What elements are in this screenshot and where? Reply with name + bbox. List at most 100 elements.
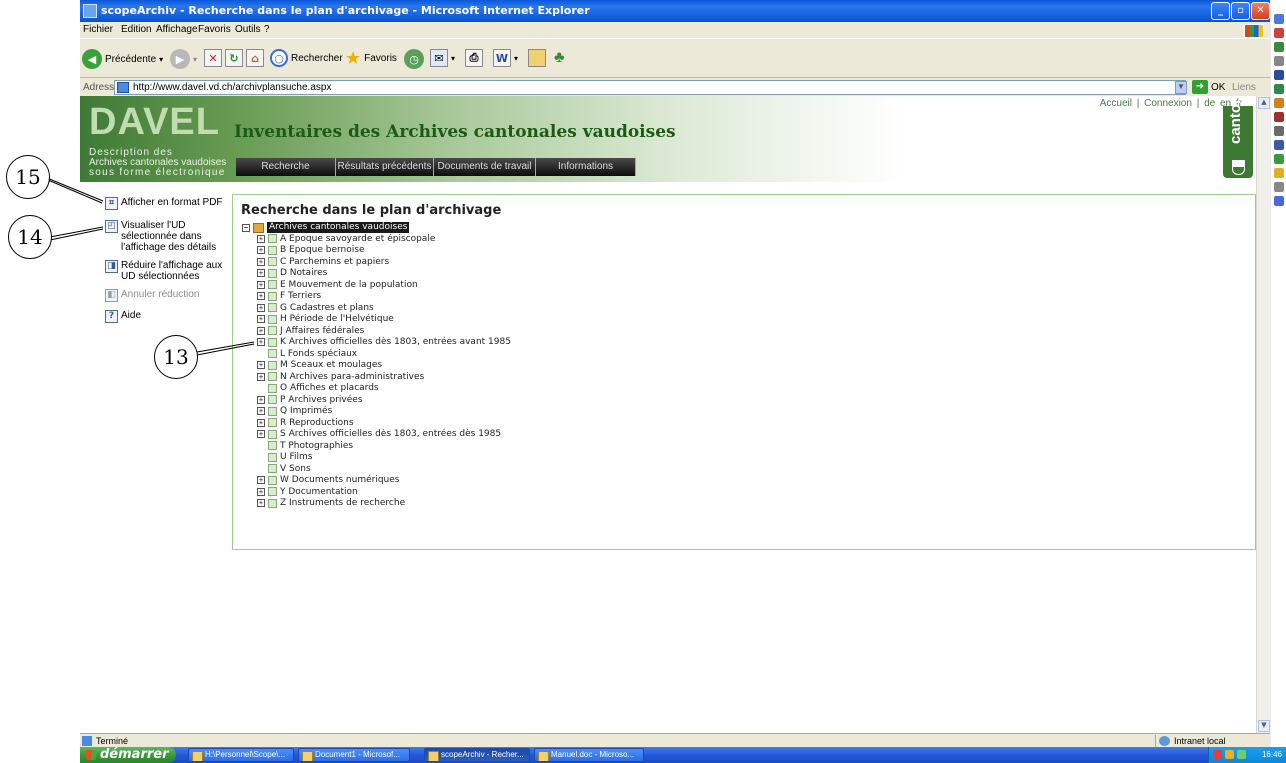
tree-item-label[interactable]: S Archives officielles dès 1803, entrées… [280, 429, 501, 439]
mail-dropdown-icon[interactable]: ▾ [451, 54, 455, 63]
folder-button[interactable] [528, 49, 546, 67]
app-shortcut-icon[interactable] [1274, 182, 1284, 192]
tree-item[interactable]: U Films [257, 452, 511, 464]
expand-icon[interactable]: + [257, 476, 265, 485]
start-button[interactable]: démarrer [80, 747, 176, 763]
tree-item-label[interactable]: Q Imprimés [280, 406, 332, 416]
security-zone[interactable]: Intranet local [1155, 735, 1263, 747]
nav-documents-de-travail[interactable]: Documents de travail [434, 158, 536, 176]
tree-item-label[interactable]: B Epoque bernoise [280, 245, 365, 255]
tree-item-label[interactable]: O Affiches et placards [280, 383, 379, 393]
app-shortcut-icon[interactable] [1274, 140, 1284, 150]
history-button[interactable]: ◷ [404, 49, 424, 69]
scroll-down-icon[interactable]: ▼ [1258, 720, 1270, 732]
tree-item-label[interactable]: M Sceaux et moulages [280, 360, 382, 370]
address-input[interactable]: http://www.davel.vd.ch/archivplansuche.a… [114, 80, 1186, 95]
app-shortcut-icon[interactable] [1274, 126, 1284, 136]
menu-favoris[interactable]: Favoris [198, 24, 231, 35]
favorites-button[interactable]: ★ Favoris [345, 49, 397, 67]
expand-icon[interactable]: + [257, 234, 265, 243]
links-label[interactable]: Liens [1232, 82, 1256, 93]
tree-item[interactable]: L Fonds spéciaux [257, 348, 511, 360]
expand-icon[interactable]: + [257, 418, 265, 427]
expand-icon[interactable]: + [257, 246, 265, 255]
tree-item[interactable]: + E Mouvement de la population [257, 279, 511, 291]
tree-item-label[interactable]: J Affaires fédérales [280, 326, 364, 336]
back-button[interactable]: ◀ Précédente ▾ [82, 49, 163, 69]
tree-item-label[interactable]: R Reproductions [280, 418, 354, 428]
tree-item-label[interactable]: W Documents numériques [280, 475, 400, 485]
maximize-button[interactable]: ▫ [1231, 2, 1250, 20]
tree-root-label[interactable]: Archives cantonales vaudoises [267, 222, 410, 233]
tree-item[interactable]: + N Archives para-administratives [257, 371, 511, 383]
tree-item-label[interactable]: Z Instruments de recherche [280, 498, 405, 508]
back-dropdown-icon[interactable]: ▾ [159, 55, 163, 64]
tree-item-label[interactable]: V Sons [280, 464, 311, 474]
tree-item-label[interactable]: H Période de l'Helvétique [280, 314, 394, 324]
tree-root[interactable]: − Archives cantonales vaudoises [242, 222, 410, 233]
print-button[interactable]: ⎙ [465, 49, 483, 67]
messenger-button[interactable]: ♣ [554, 49, 565, 67]
menu-affichage[interactable]: Affichage [156, 24, 198, 35]
visualize-link[interactable]: ◰ Visualiser l'UD sélectionnée dans l'af… [105, 220, 216, 253]
tree-item[interactable]: + D Notaires [257, 268, 511, 280]
task-scopearchiv[interactable]: scopeArchiv - Recher... [424, 748, 530, 762]
expand-icon[interactable]: + [257, 361, 265, 370]
tree-item[interactable]: + Z Instruments de recherche [257, 498, 511, 510]
tree-item-label[interactable]: E Mouvement de la population [280, 280, 418, 290]
task-manuel[interactable]: Manuel.doc - Microso... [534, 748, 644, 762]
expand-icon[interactable]: + [257, 269, 265, 278]
app-shortcut-icon[interactable] [1274, 28, 1284, 38]
top-links[interactable]: Accueil | Connexion | de en fr [1100, 98, 1242, 109]
tray-icon[interactable] [1225, 750, 1234, 759]
tree-item[interactable]: + H Période de l'Helvétique [257, 314, 511, 326]
tree-item[interactable]: + K Archives officielles dès 1803, entrée… [257, 337, 511, 349]
tree-item[interactable]: + F Terriers [257, 291, 511, 303]
tree-item[interactable]: + G Cadastres et plans [257, 302, 511, 314]
expand-icon[interactable]: + [257, 395, 265, 404]
expand-icon[interactable]: + [257, 257, 265, 266]
edit-word-button[interactable]: W ▾ [493, 49, 518, 67]
folder-shortcut-icon[interactable] [1274, 168, 1284, 178]
word-shortcut-icon[interactable] [1274, 70, 1284, 80]
expand-icon[interactable]: + [257, 338, 265, 347]
forward-dropdown-icon[interactable]: ▾ [193, 55, 197, 64]
tree-item-label[interactable]: F Terriers [280, 291, 321, 301]
menu-outils[interactable]: Outils [235, 24, 261, 35]
tree-item-label[interactable]: L Fonds spéciaux [280, 349, 357, 359]
tree-item[interactable]: + A Epoque savoyarde et épiscopale [257, 233, 511, 245]
app-shortcut-icon[interactable] [1274, 196, 1284, 206]
tray-icon[interactable] [1237, 750, 1246, 759]
tray-icon[interactable] [1213, 750, 1222, 759]
menu-edition[interactable]: Edition [121, 24, 152, 35]
davel-logo[interactable]: DAVEL [89, 101, 220, 144]
menu-help[interactable]: ? [264, 24, 270, 35]
minimize-button[interactable]: _ [1211, 2, 1230, 20]
tree-item-label[interactable]: P Archives privées [280, 395, 363, 405]
tree-item[interactable]: + C Parchemins et papiers [257, 256, 511, 268]
powerpoint-shortcut-icon[interactable] [1274, 98, 1284, 108]
tree-item[interactable]: T Photographies [257, 440, 511, 452]
nav-resultats-precedents[interactable]: Résultats précédents [336, 158, 434, 176]
app-shortcut-icon[interactable] [1274, 56, 1284, 66]
forward-button[interactable]: ▶ ▾ [170, 49, 197, 69]
close-button[interactable]: ✕ [1251, 2, 1270, 20]
expand-icon[interactable]: + [257, 326, 265, 335]
tree-item[interactable]: + Y Documentation [257, 486, 511, 498]
tree-item-label[interactable]: K Archives officielles dès 1803, entrées… [280, 337, 511, 347]
refresh-button[interactable]: ↻ [225, 49, 243, 67]
vertical-scrollbar[interactable]: ▲ ▼ [1256, 96, 1270, 733]
nav-informations[interactable]: Informations [536, 158, 636, 176]
tree-item-label[interactable]: G Cadastres et plans [280, 303, 374, 313]
tree-item[interactable]: + W Documents numériques [257, 475, 511, 487]
tree-item[interactable]: O Affiches et placards [257, 383, 511, 395]
expand-icon[interactable]: + [257, 303, 265, 312]
tree-item-label[interactable]: N Archives para-administratives [280, 372, 424, 382]
edit-dropdown-icon[interactable]: ▾ [514, 54, 518, 63]
tree-item-label[interactable]: D Notaires [280, 268, 327, 278]
tree-item[interactable]: + M Sceaux et moulages [257, 360, 511, 372]
tree-item[interactable]: V Sons [257, 463, 511, 475]
search-button[interactable]: ○ Rechercher [270, 49, 343, 67]
tree-item[interactable]: + Q Imprimés [257, 406, 511, 418]
tree-item-label[interactable]: C Parchemins et papiers [280, 257, 389, 267]
